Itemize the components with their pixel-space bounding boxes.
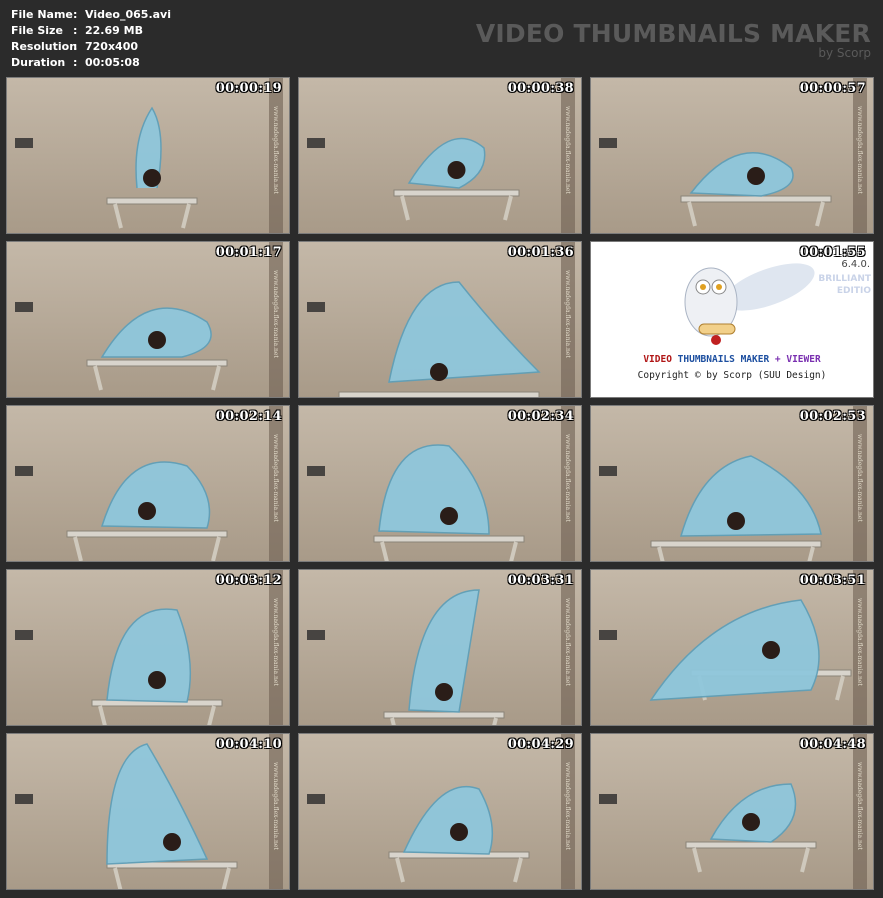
logo-copyright: Copyright © by Scorp (SUU Design) xyxy=(637,370,827,381)
video-thumbnail[interactable]: 6.4.0. BRILLIANT EDITIO VIDEO THUMBNAILS… xyxy=(590,241,874,398)
frame-watermark: www.nadegda.flex-mania.net xyxy=(856,598,863,686)
duration-row: Duration : 00:05:08 xyxy=(11,56,140,69)
logo-title: VIDEO THUMBNAILS MAKER + VIEWER xyxy=(643,354,821,365)
video-thumbnail[interactable]: www.nadegda.flex-mania.net 00:03:12 xyxy=(6,569,290,726)
frame-watermark: www.nadegda.flex-mania.net xyxy=(564,270,571,358)
resolution-row: Resolution : 720x400 xyxy=(11,40,139,53)
video-thumbnail[interactable]: www.nadegda.flex-mania.net 00:00:19 xyxy=(6,77,290,234)
file-info: File Name : Video_065.avi File Size : 22… xyxy=(11,7,171,71)
thumbnail-timestamp: 00:00:57 xyxy=(799,81,866,96)
frame-watermark: www.nadegda.flex-mania.net xyxy=(856,762,863,850)
video-frame-image xyxy=(7,406,289,561)
video-thumbnail[interactable]: www.nadegda.flex-mania.net 00:04:29 xyxy=(298,733,582,890)
video-frame-image xyxy=(299,78,581,233)
video-frame-image xyxy=(7,570,289,725)
file-size-label: File Size xyxy=(11,24,63,37)
frame-watermark: www.nadegda.flex-mania.net xyxy=(856,434,863,522)
video-frame-image xyxy=(591,78,873,233)
video-thumbnail[interactable]: www.nadegda.flex-mania.net 00:03:51 xyxy=(590,569,874,726)
video-frame-image xyxy=(299,242,581,397)
video-thumbnail[interactable]: www.nadegda.flex-mania.net 00:04:48 xyxy=(590,733,874,890)
video-thumbnail[interactable]: www.nadegda.flex-mania.net 00:03:31 xyxy=(298,569,582,726)
info-header: File Name : Video_065.avi File Size : 22… xyxy=(0,0,883,76)
frame-watermark: www.nadegda.flex-mania.net xyxy=(564,434,571,522)
thumbnail-timestamp: 00:00:38 xyxy=(507,81,574,96)
video-frame-image xyxy=(299,406,581,561)
thumbnail-timestamp: 00:02:14 xyxy=(215,409,282,424)
frame-watermark: www.nadegda.flex-mania.net xyxy=(272,270,279,358)
thumbnail-timestamp: 00:00:19 xyxy=(215,81,282,96)
video-thumbnail[interactable]: www.nadegda.flex-mania.net 00:02:53 xyxy=(590,405,874,562)
thumbnail-timestamp: 00:04:10 xyxy=(215,737,282,752)
thumbnail-grid: www.nadegda.flex-mania.net 00:00:19 www.… xyxy=(6,77,878,895)
frame-watermark: www.nadegda.flex-mania.net xyxy=(564,598,571,686)
brand-title: VIDEO THUMBNAILS MAKER xyxy=(475,19,871,48)
video-frame-image xyxy=(7,734,289,889)
file-size-value: 22.69 MB xyxy=(85,24,143,37)
logo-edition: BRILLIANT xyxy=(818,274,871,284)
video-frame-image xyxy=(7,242,289,397)
video-thumbnail[interactable]: www.nadegda.flex-mania.net 00:00:38 xyxy=(298,77,582,234)
logo-edition-2: EDITIO xyxy=(836,286,871,296)
thumbnail-timestamp: 00:04:29 xyxy=(507,737,574,752)
thumbnail-timestamp: 00:03:12 xyxy=(215,573,282,588)
duration-label: Duration xyxy=(11,56,66,69)
resolution-value: 720x400 xyxy=(85,40,139,53)
video-thumbnail[interactable]: www.nadegda.flex-mania.net 00:00:57 xyxy=(590,77,874,234)
frame-watermark: www.nadegda.flex-mania.net xyxy=(272,106,279,194)
brand-subtitle: by Scorp xyxy=(818,46,871,60)
video-frame-image xyxy=(591,570,873,725)
thumbnail-timestamp: 00:01:55 xyxy=(799,245,866,260)
video-frame-image xyxy=(7,78,289,233)
logo-version: 6.4.0. xyxy=(841,259,870,270)
frame-watermark: www.nadegda.flex-mania.net xyxy=(564,106,571,194)
video-frame-image xyxy=(591,406,873,561)
resolution-label: Resolution xyxy=(11,40,78,53)
file-size-row: File Size : 22.69 MB xyxy=(11,24,143,37)
video-thumbnail[interactable]: www.nadegda.flex-mania.net 00:02:14 xyxy=(6,405,290,562)
frame-watermark: www.nadegda.flex-mania.net xyxy=(564,762,571,850)
video-thumbnail[interactable]: www.nadegda.flex-mania.net 00:01:17 xyxy=(6,241,290,398)
video-frame-image xyxy=(591,734,873,889)
thumbnail-timestamp: 00:02:53 xyxy=(799,409,866,424)
thumbnail-timestamp: 00:01:17 xyxy=(215,245,282,260)
video-thumbnail[interactable]: www.nadegda.flex-mania.net 00:04:10 xyxy=(6,733,290,890)
frame-watermark: www.nadegda.flex-mania.net xyxy=(272,762,279,850)
brand-logo: VIDEO THUMBNAILS MAKER by Scorp xyxy=(475,19,871,61)
file-name-value: Video_065.avi xyxy=(85,8,171,21)
frame-watermark: www.nadegda.flex-mania.net xyxy=(272,598,279,686)
thumbnail-timestamp: 00:03:51 xyxy=(799,573,866,588)
video-thumbnail[interactable]: www.nadegda.flex-mania.net 00:01:36 xyxy=(298,241,582,398)
video-frame-image xyxy=(299,570,581,725)
file-name-label: File Name xyxy=(11,8,73,21)
thumbnail-timestamp: 00:02:34 xyxy=(507,409,574,424)
thumbnail-timestamp: 00:03:31 xyxy=(507,573,574,588)
video-frame-image xyxy=(299,734,581,889)
frame-watermark: www.nadegda.flex-mania.net xyxy=(272,434,279,522)
video-thumbnail[interactable]: www.nadegda.flex-mania.net 00:02:34 xyxy=(298,405,582,562)
thumbnail-timestamp: 00:01:36 xyxy=(507,245,574,260)
file-name-row: File Name : Video_065.avi xyxy=(11,8,171,21)
duration-value: 00:05:08 xyxy=(85,56,140,69)
thumbnail-timestamp: 00:04:48 xyxy=(799,737,866,752)
frame-watermark: www.nadegda.flex-mania.net xyxy=(856,106,863,194)
